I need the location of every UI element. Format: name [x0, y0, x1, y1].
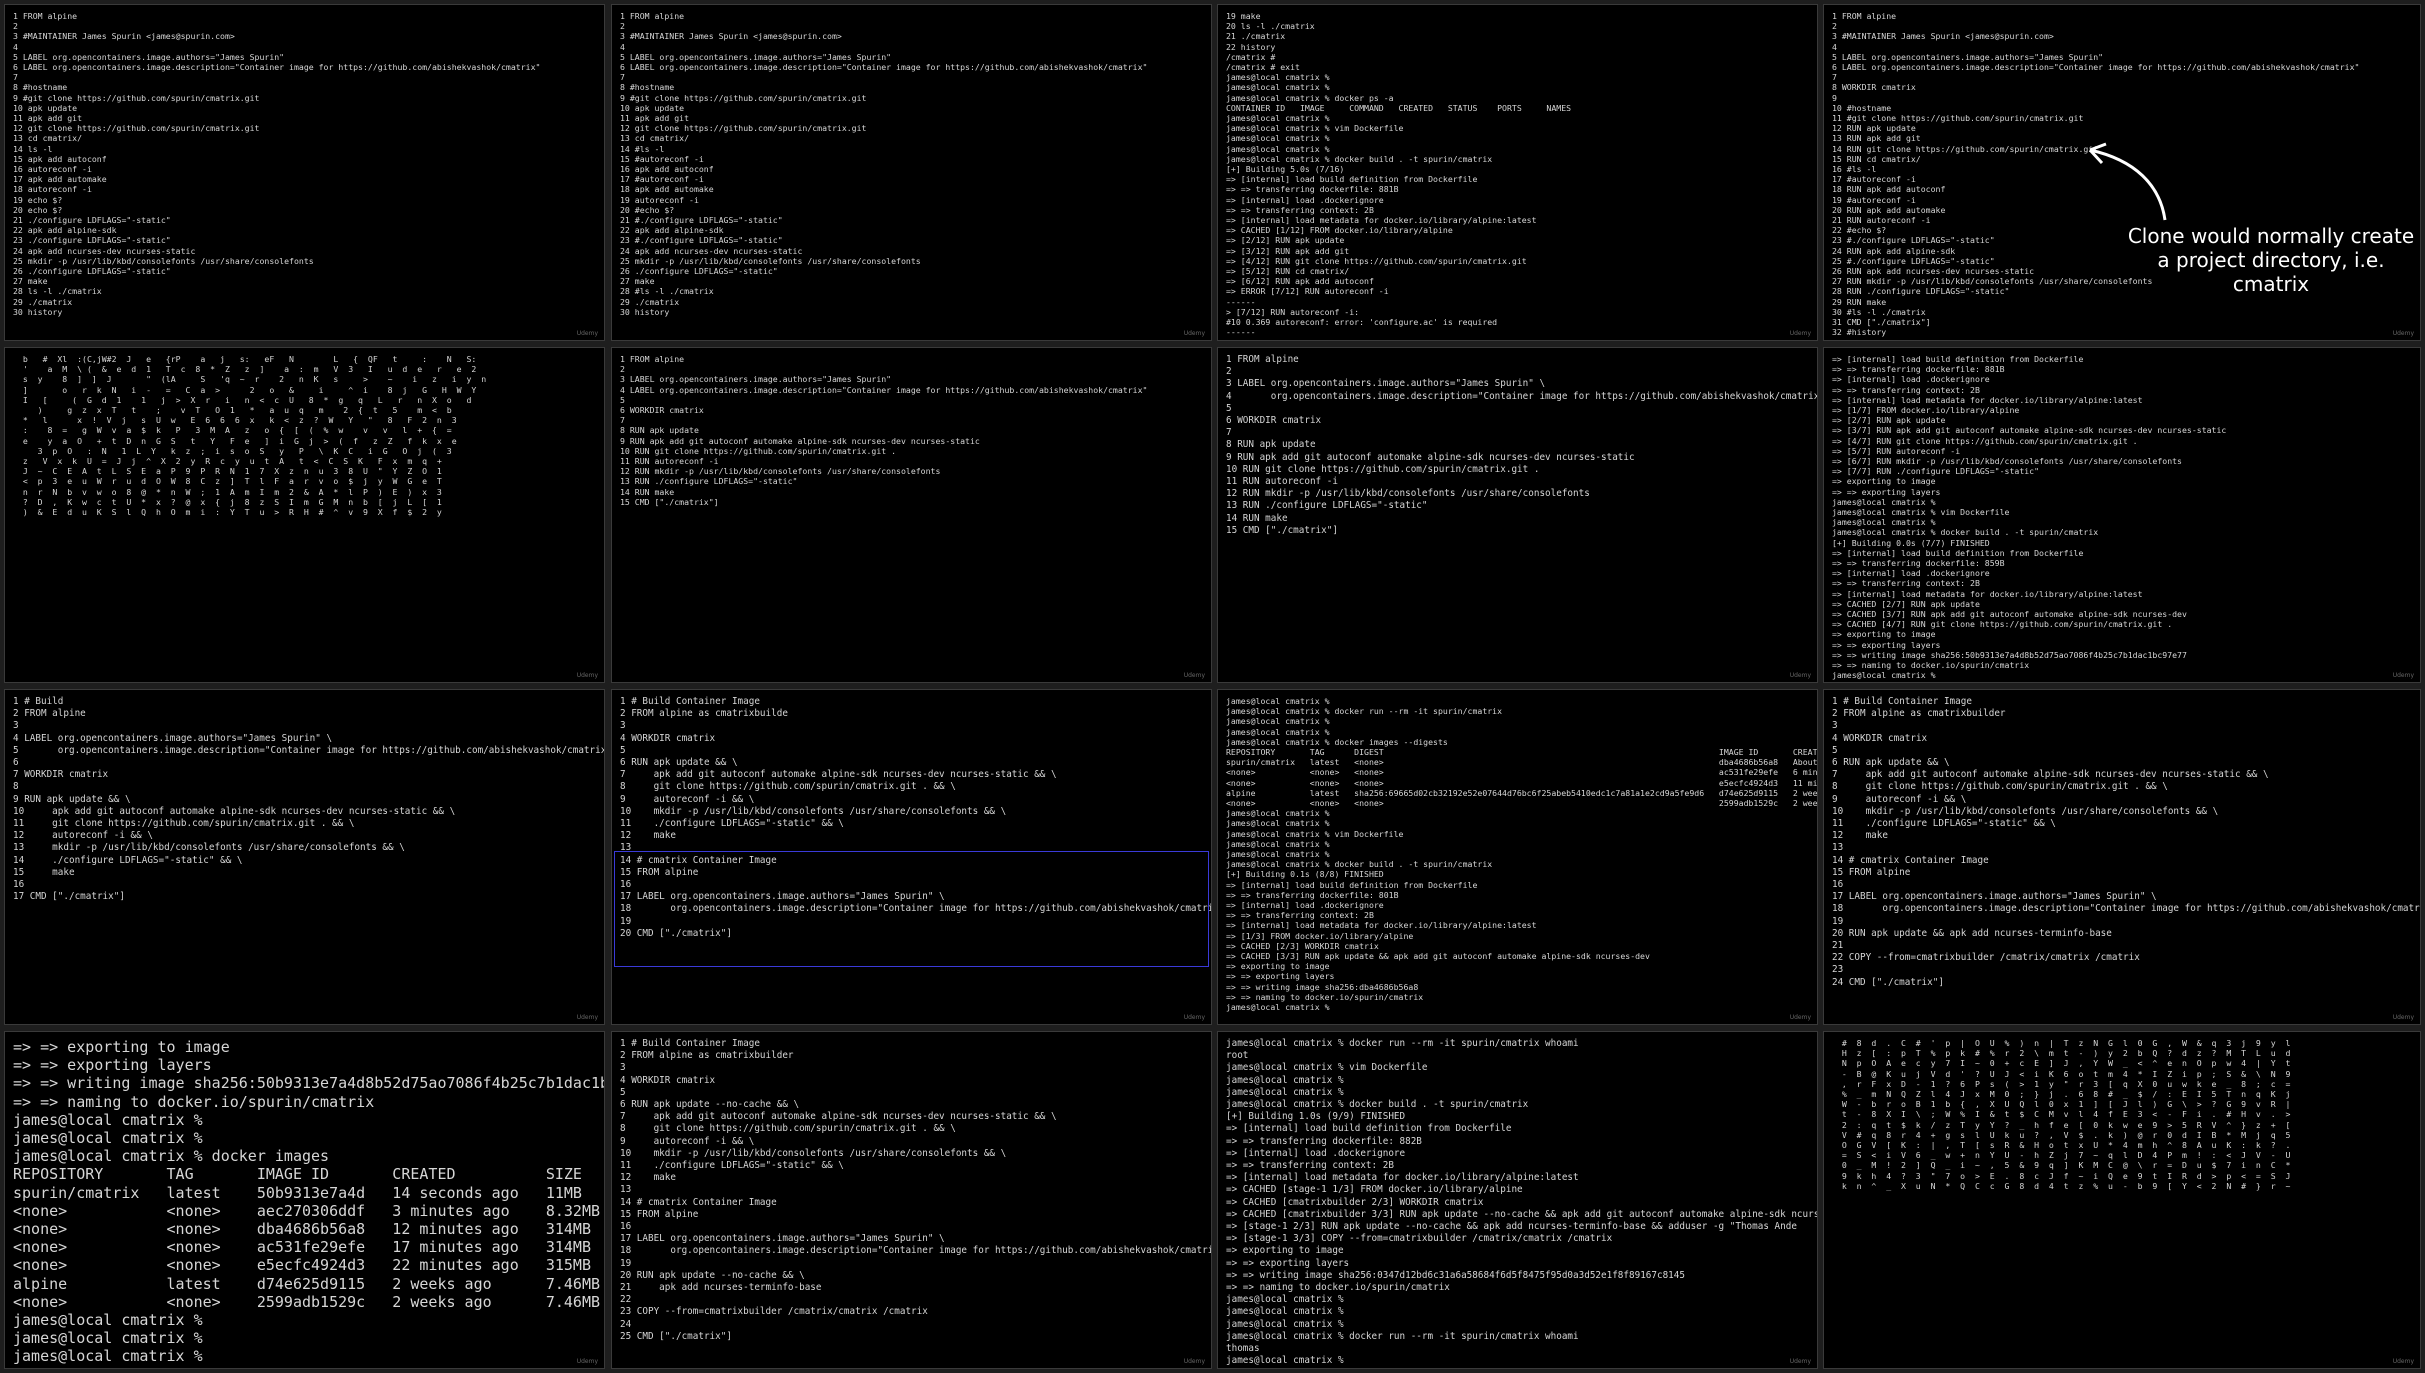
terminal-text: james@local cmatrix % docker run --rm -i… [1226, 1038, 1818, 1367]
watermark: Udemy [2392, 330, 2414, 337]
terminal-text: 1 # Build 2 FROM alpine 3 4 LABEL org.op… [13, 696, 605, 903]
terminal-text: 1 FROM alpine 2 3 #MAINTAINER James Spur… [620, 11, 1148, 317]
terminal-panel-13[interactable]: => => exporting to image => => exporting… [4, 1031, 605, 1369]
terminal-text: 19 make 20 ls -l ./cmatrix 21 ./cmatrix … [1226, 11, 1572, 340]
terminal-text: 1 FROM alpine 2 3 #MAINTAINER James Spur… [13, 11, 541, 317]
terminal-text: 1 FROM alpine 2 3 LABEL org.opencontaine… [1226, 354, 1818, 536]
terminal-panel-7[interactable]: 1 FROM alpine 2 3 LABEL org.opencontaine… [1217, 347, 1818, 683]
terminal-panel-16[interactable]: # 8 d . C # ' p | O U % ) n | T z N G l … [1823, 1031, 2421, 1369]
watermark: Udemy [576, 330, 598, 337]
watermark: Udemy [2392, 1014, 2414, 1021]
watermark: Udemy [1789, 672, 1811, 679]
terminal-text: 1 FROM alpine 2 3 LABEL org.opencontaine… [620, 354, 1148, 507]
terminal-panel-8[interactable]: => [internal] load build definition from… [1823, 347, 2421, 683]
terminal-panel-15[interactable]: james@local cmatrix % docker run --rm -i… [1217, 1031, 1818, 1369]
terminal-collage: 1 FROM alpine 2 3 #MAINTAINER James Spur… [0, 0, 2425, 1373]
matrix-rain-text: b # Xl :(C,jW#2 J e {rP a j s: eF N L { … [22, 354, 487, 518]
terminal-panel-9[interactable]: 1 # Build 2 FROM alpine 3 4 LABEL org.op… [4, 689, 605, 1025]
watermark: Udemy [1183, 672, 1205, 679]
terminal-panel-6[interactable]: 1 FROM alpine 2 3 LABEL org.opencontaine… [611, 347, 1212, 683]
watermark: Udemy [2392, 1358, 2414, 1365]
watermark: Udemy [1789, 330, 1811, 337]
terminal-text: => => exporting to image => => exporting… [13, 1038, 604, 1366]
annotation-arrow-icon [2088, 142, 2167, 221]
watermark: Udemy [1183, 330, 1205, 337]
watermark: Udemy [576, 1358, 598, 1365]
terminal-panel-14[interactable]: 1 # Build Container Image 2 FROM alpine … [611, 1031, 1212, 1369]
terminal-panel-1[interactable]: 1 FROM alpine 2 3 #MAINTAINER James Spur… [4, 4, 605, 341]
terminal-panel-2[interactable]: 1 FROM alpine 2 3 #MAINTAINER James Spur… [611, 4, 1212, 341]
watermark: Udemy [2392, 672, 2414, 679]
terminal-text: => [internal] load build definition from… [1832, 354, 2227, 681]
watermark: Udemy [576, 672, 598, 679]
watermark: Udemy [1183, 1014, 1205, 1021]
matrix-rain-text: # 8 d . C # ' p | O U % ) n | T z N G l … [1841, 1038, 2291, 1191]
terminal-panel-5[interactable]: b # Xl :(C,jW#2 J e {rP a j s: eF N L { … [4, 347, 605, 683]
terminal-text: james@local cmatrix % james@local cmatri… [1226, 696, 1818, 1013]
watermark: Udemy [1183, 1358, 1205, 1365]
visual-selection-box [614, 851, 1209, 967]
watermark: Udemy [576, 1014, 598, 1021]
watermark: Udemy [1789, 1014, 1811, 1021]
terminal-text: 1 # Build Container Image 2 FROM alpine … [620, 1038, 1212, 1342]
terminal-panel-11[interactable]: james@local cmatrix % james@local cmatri… [1217, 689, 1818, 1025]
watermark: Udemy [1789, 1358, 1811, 1365]
annotation-text: Clone would normally create a project di… [2127, 224, 2415, 296]
terminal-panel-12[interactable]: 1 # Build Container Image 2 FROM alpine … [1823, 689, 2421, 1025]
terminal-panel-3[interactable]: 19 make 20 ls -l ./cmatrix 21 ./cmatrix … [1217, 4, 1818, 341]
terminal-text: 1 # Build Container Image 2 FROM alpine … [1832, 696, 2421, 988]
